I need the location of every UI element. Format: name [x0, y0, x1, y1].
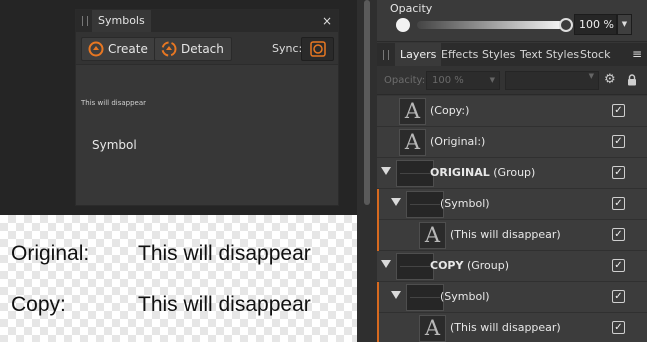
canvas-text-copy-label[interactable]: Copy: [11, 293, 66, 317]
group-thumbnail-icon [396, 160, 434, 187]
create-symbol-icon [88, 41, 104, 57]
tab-symbols[interactable]: Symbols [92, 10, 151, 32]
layers-toolbar: Opacity: 100 % ▼ ▼ ⚙ [377, 66, 647, 95]
create-button-label: Create [108, 42, 148, 56]
layer-name: (Symbol) [440, 197, 490, 210]
layer-row-copy-symbol-text[interactable]: A (This will disappear) ✓ [377, 313, 647, 342]
opacity-slider[interactable] [417, 21, 563, 29]
visibility-checkbox[interactable]: ✓ [612, 104, 625, 117]
layer-name: (This will disappear) [450, 228, 561, 241]
canvas-text-original-symbol[interactable]: This will disappear [138, 242, 311, 266]
chevron-down-icon[interactable]: ▼ [617, 14, 632, 35]
opacity-title: Opacity [390, 2, 433, 15]
right-panels: Opacity 100 % ▼ Layers Effects Styles Te… [377, 0, 647, 342]
panel-grip-icon[interactable] [383, 50, 389, 60]
text-layer-thumbnail-icon: A [399, 98, 426, 125]
expand-triangle-icon[interactable] [391, 291, 401, 299]
detach-symbol-icon [161, 41, 177, 57]
visibility-checkbox[interactable]: ✓ [612, 197, 625, 210]
blend-mode-select[interactable]: ▼ [505, 71, 599, 90]
tab-stock[interactable]: Stock [575, 43, 615, 66]
canvas-text-original-label[interactable]: Original: [11, 242, 89, 266]
canvas-document[interactable]: Original: This will disappear Copy: This… [0, 215, 357, 342]
text-layer-thumbnail-icon: A [399, 129, 426, 156]
group-thumbnail-icon [396, 253, 434, 280]
layer-name-group: ORIGINAL (Group) [430, 166, 535, 179]
layer-name: COPY [430, 259, 464, 272]
symbol-thumbnail-icon [406, 284, 444, 311]
layer-type-suffix: (Group) [463, 259, 510, 272]
panel-scrollbar[interactable] [357, 0, 377, 342]
symbol-item-name[interactable]: Symbol [92, 138, 137, 152]
app-window: Original: This will disappear Copy: This… [0, 0, 647, 342]
layer-name: (This will disappear) [450, 321, 561, 334]
layer-row-copy-symbol[interactable]: (Symbol) ✓ [377, 282, 647, 313]
visibility-checkbox[interactable]: ✓ [612, 321, 625, 334]
opacity-panel: Opacity 100 % ▼ [377, 0, 647, 42]
chevron-down-icon: ▼ [588, 72, 594, 80]
lock-icon[interactable] [627, 74, 637, 86]
tab-layers[interactable]: Layers [395, 43, 442, 66]
symbols-toolbar: Create Detach Sync: [76, 32, 338, 65]
layer-row-copy-text[interactable]: A (Copy:) ✓ [377, 96, 647, 127]
visibility-checkbox[interactable]: ✓ [612, 166, 625, 179]
layers-list: A (Copy:) ✓ A (Original:) ✓ ORIGINAL (Gr… [377, 96, 647, 342]
layer-name: (Symbol) [440, 290, 490, 303]
sync-icon [310, 41, 326, 57]
chevron-down-icon: ▼ [489, 76, 495, 84]
expand-triangle-icon[interactable] [381, 167, 391, 175]
symbols-panel: Symbols × Create Detach Sync: This will … [75, 9, 339, 206]
opacity-slider-handle[interactable] [559, 18, 573, 32]
workspace: Original: This will disappear Copy: This… [0, 0, 357, 342]
text-layer-thumbnail-icon: A [419, 222, 446, 249]
panel-menu-icon[interactable]: ≡ [632, 43, 642, 66]
layer-type-suffix: (Group) [489, 166, 536, 179]
panel-grip-icon[interactable] [82, 16, 88, 26]
sync-toggle-button[interactable] [301, 37, 334, 61]
text-layer-thumbnail-icon: A [419, 315, 446, 342]
layer-name: (Copy:) [430, 104, 470, 117]
studio-tabs: Layers Effects Styles Text Styles Stock … [377, 43, 647, 66]
gear-icon[interactable]: ⚙ [604, 72, 616, 88]
tab-styles[interactable]: Styles [477, 43, 520, 66]
visibility-checkbox[interactable]: ✓ [612, 135, 625, 148]
layer-row-original-symbol[interactable]: (Symbol) ✓ [377, 189, 647, 220]
close-icon[interactable]: × [322, 13, 332, 29]
layer-name: ORIGINAL [430, 166, 490, 179]
expand-triangle-icon[interactable] [381, 260, 391, 268]
opacity-value-field[interactable]: 100 % [574, 14, 617, 35]
layer-row-original-text[interactable]: A (Original:) ✓ [377, 127, 647, 158]
layer-name: (Original:) [430, 135, 486, 148]
sync-label: Sync: [272, 42, 303, 55]
expand-triangle-icon[interactable] [391, 198, 401, 206]
layer-opacity-label: Opacity: [384, 75, 426, 86]
layer-row-original-group[interactable]: ORIGINAL (Group) ✓ [377, 158, 647, 189]
opacity-min-swatch [396, 18, 410, 32]
create-symbol-button[interactable]: Create [81, 37, 156, 61]
layer-opacity-field[interactable]: 100 % ▼ [426, 71, 500, 90]
visibility-checkbox[interactable]: ✓ [612, 259, 625, 272]
visibility-checkbox[interactable]: ✓ [612, 228, 625, 241]
symbol-thumbnail-icon [406, 191, 444, 218]
layer-row-copy-group[interactable]: COPY (Group) ✓ [377, 251, 647, 282]
canvas-text-copy-symbol[interactable]: This will disappear [138, 293, 311, 317]
symbols-panel-header[interactable]: Symbols × [76, 10, 338, 32]
layer-row-original-symbol-text[interactable]: A (This will disappear) ✓ [377, 220, 647, 251]
detach-symbol-button[interactable]: Detach [154, 37, 232, 61]
layer-name-group: COPY (Group) [430, 259, 509, 272]
tab-text-styles[interactable]: Text Styles [515, 43, 584, 66]
visibility-checkbox[interactable]: ✓ [612, 290, 625, 303]
layer-opacity-value: 100 % [432, 75, 464, 86]
symbol-preview-text[interactable]: This will disappear [81, 99, 146, 107]
detach-button-label: Detach [181, 42, 224, 56]
scrollbar-thumb[interactable] [364, 0, 370, 205]
